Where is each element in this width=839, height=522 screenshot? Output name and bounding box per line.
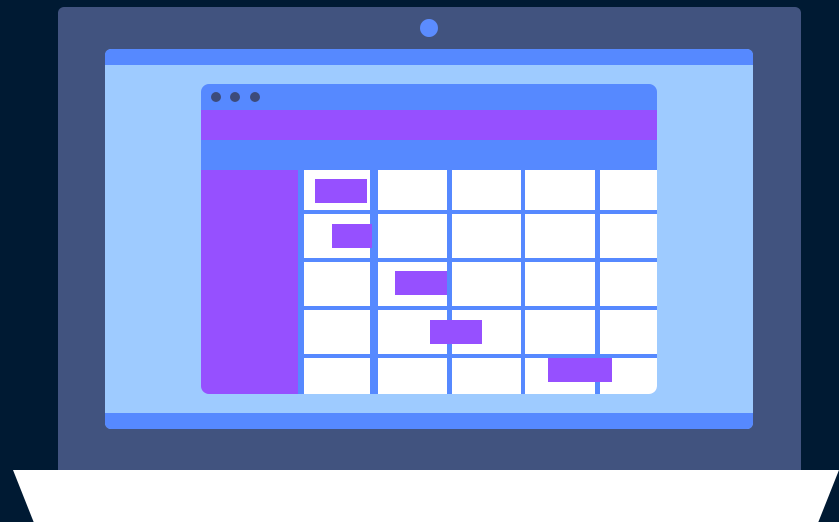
- calendar-cell[interactable]: [525, 310, 595, 354]
- window-titlebar: [201, 84, 657, 110]
- screen-top-bar: [105, 49, 753, 65]
- calendar-cell[interactable]: [378, 358, 447, 394]
- window-close-dot-icon[interactable]: [211, 92, 221, 102]
- calendar-event[interactable]: [315, 179, 367, 203]
- laptop-base: [13, 470, 839, 522]
- calendar-event[interactable]: [395, 271, 447, 295]
- calendar-cell[interactable]: [378, 214, 447, 258]
- calendar-cell[interactable]: [304, 310, 370, 354]
- calendar-cell[interactable]: [600, 214, 657, 258]
- window-minimize-dot-icon[interactable]: [230, 92, 240, 102]
- calendar-cell[interactable]: [525, 170, 595, 210]
- calendar-cell[interactable]: [600, 170, 657, 210]
- calendar-app-window: [201, 84, 657, 394]
- calendar-cell[interactable]: [525, 214, 595, 258]
- app-header-bar: [201, 110, 657, 140]
- calendar-cell[interactable]: [452, 214, 521, 258]
- calendar-event[interactable]: [548, 358, 612, 382]
- calendar-cell[interactable]: [378, 170, 447, 210]
- calendar-cell[interactable]: [600, 262, 657, 306]
- app-toolbar: [201, 140, 657, 170]
- calendar-cell[interactable]: [452, 170, 521, 210]
- screen-bottom-bar: [105, 413, 753, 429]
- calendar-cell[interactable]: [304, 358, 370, 394]
- calendar-cell[interactable]: [452, 262, 521, 306]
- calendar-cell[interactable]: [600, 310, 657, 354]
- calendar-cell[interactable]: [452, 358, 521, 394]
- calendar-event[interactable]: [430, 320, 482, 344]
- app-sidebar: [201, 170, 298, 394]
- calendar-cell[interactable]: [304, 262, 370, 306]
- calendar-event[interactable]: [332, 224, 372, 248]
- calendar-grid: [298, 170, 657, 394]
- window-maximize-dot-icon[interactable]: [250, 92, 260, 102]
- webcam-icon: [420, 19, 438, 37]
- calendar-cell[interactable]: [525, 262, 595, 306]
